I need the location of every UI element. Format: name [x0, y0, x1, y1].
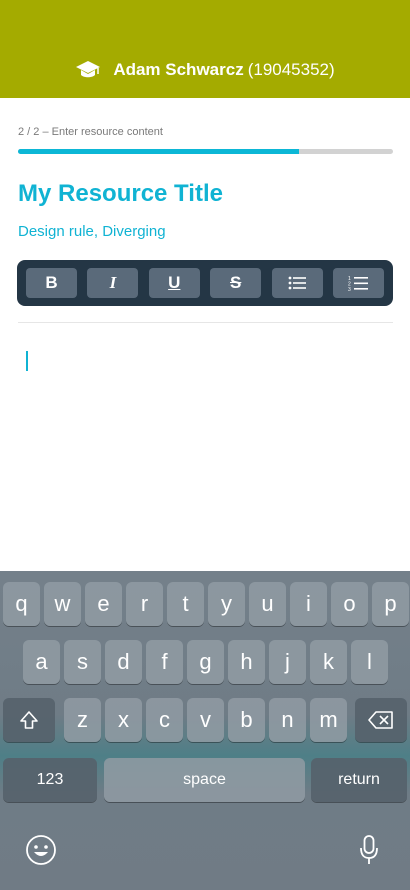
user-id: (19045352) [247, 60, 335, 79]
key-q[interactable]: q [3, 582, 40, 626]
bullet-list-button[interactable] [271, 268, 323, 298]
italic-button[interactable]: I [87, 268, 139, 298]
key-g[interactable]: g [187, 640, 224, 684]
key-l[interactable]: l [351, 640, 388, 684]
user-name: Adam Schwarcz [113, 60, 244, 79]
key-u[interactable]: u [249, 582, 286, 626]
content-editor[interactable] [18, 340, 393, 540]
graduation-cap-icon [75, 59, 101, 81]
svg-text:3: 3 [348, 287, 351, 291]
key-x[interactable]: x [105, 698, 142, 742]
on-screen-keyboard: q w e r t y u i o p a s d f g h j k l z x c v b n m 123 space return [0, 571, 410, 890]
backspace-icon [368, 711, 393, 729]
backspace-key[interactable] [355, 698, 407, 742]
key-b[interactable]: b [228, 698, 265, 742]
key-t[interactable]: t [167, 582, 204, 626]
shift-key[interactable] [3, 698, 55, 742]
key-y[interactable]: y [208, 582, 245, 626]
key-f[interactable]: f [146, 640, 183, 684]
key-p[interactable]: p [372, 582, 409, 626]
key-e[interactable]: e [85, 582, 122, 626]
app-header: Adam Schwarcz (19045352) [0, 0, 410, 98]
user-info: Adam Schwarcz (19045352) [0, 56, 410, 84]
text-caret [26, 351, 28, 371]
microphone-icon[interactable] [354, 833, 384, 867]
key-a[interactable]: a [23, 640, 60, 684]
strikethrough-button[interactable]: S [210, 268, 262, 298]
key-c[interactable]: c [146, 698, 183, 742]
key-r[interactable]: r [126, 582, 163, 626]
numbers-key[interactable]: 123 [3, 758, 97, 802]
underline-button[interactable]: U [148, 268, 200, 298]
progress-bar [18, 149, 393, 154]
numbered-list-button[interactable]: 1 2 3 [332, 268, 384, 298]
key-m[interactable]: m [310, 698, 347, 742]
bullet-list-icon [288, 276, 307, 290]
resource-tags: Design rule, Diverging [18, 223, 166, 240]
key-j[interactable]: j [269, 640, 306, 684]
formatting-toolbar: B I U S 1 2 3 [17, 260, 393, 306]
key-w[interactable]: w [44, 582, 81, 626]
shift-icon [20, 711, 38, 729]
numbered-list-icon: 1 2 3 [348, 276, 369, 291]
key-o[interactable]: o [331, 582, 368, 626]
step-label: 2 / 2 – Enter resource content [18, 126, 163, 138]
key-i[interactable]: i [290, 582, 327, 626]
bold-button[interactable]: B [26, 268, 77, 298]
key-h[interactable]: h [228, 640, 265, 684]
key-k[interactable]: k [310, 640, 347, 684]
progress-fill [18, 149, 300, 154]
key-s[interactable]: s [64, 640, 101, 684]
return-key[interactable]: return [311, 758, 407, 802]
divider [18, 322, 393, 323]
key-z[interactable]: z [64, 698, 101, 742]
key-d[interactable]: d [105, 640, 142, 684]
key-n[interactable]: n [269, 698, 306, 742]
emoji-icon[interactable] [24, 833, 58, 867]
key-v[interactable]: v [187, 698, 224, 742]
space-key[interactable]: space [104, 758, 305, 802]
resource-title: My Resource Title [18, 180, 223, 207]
